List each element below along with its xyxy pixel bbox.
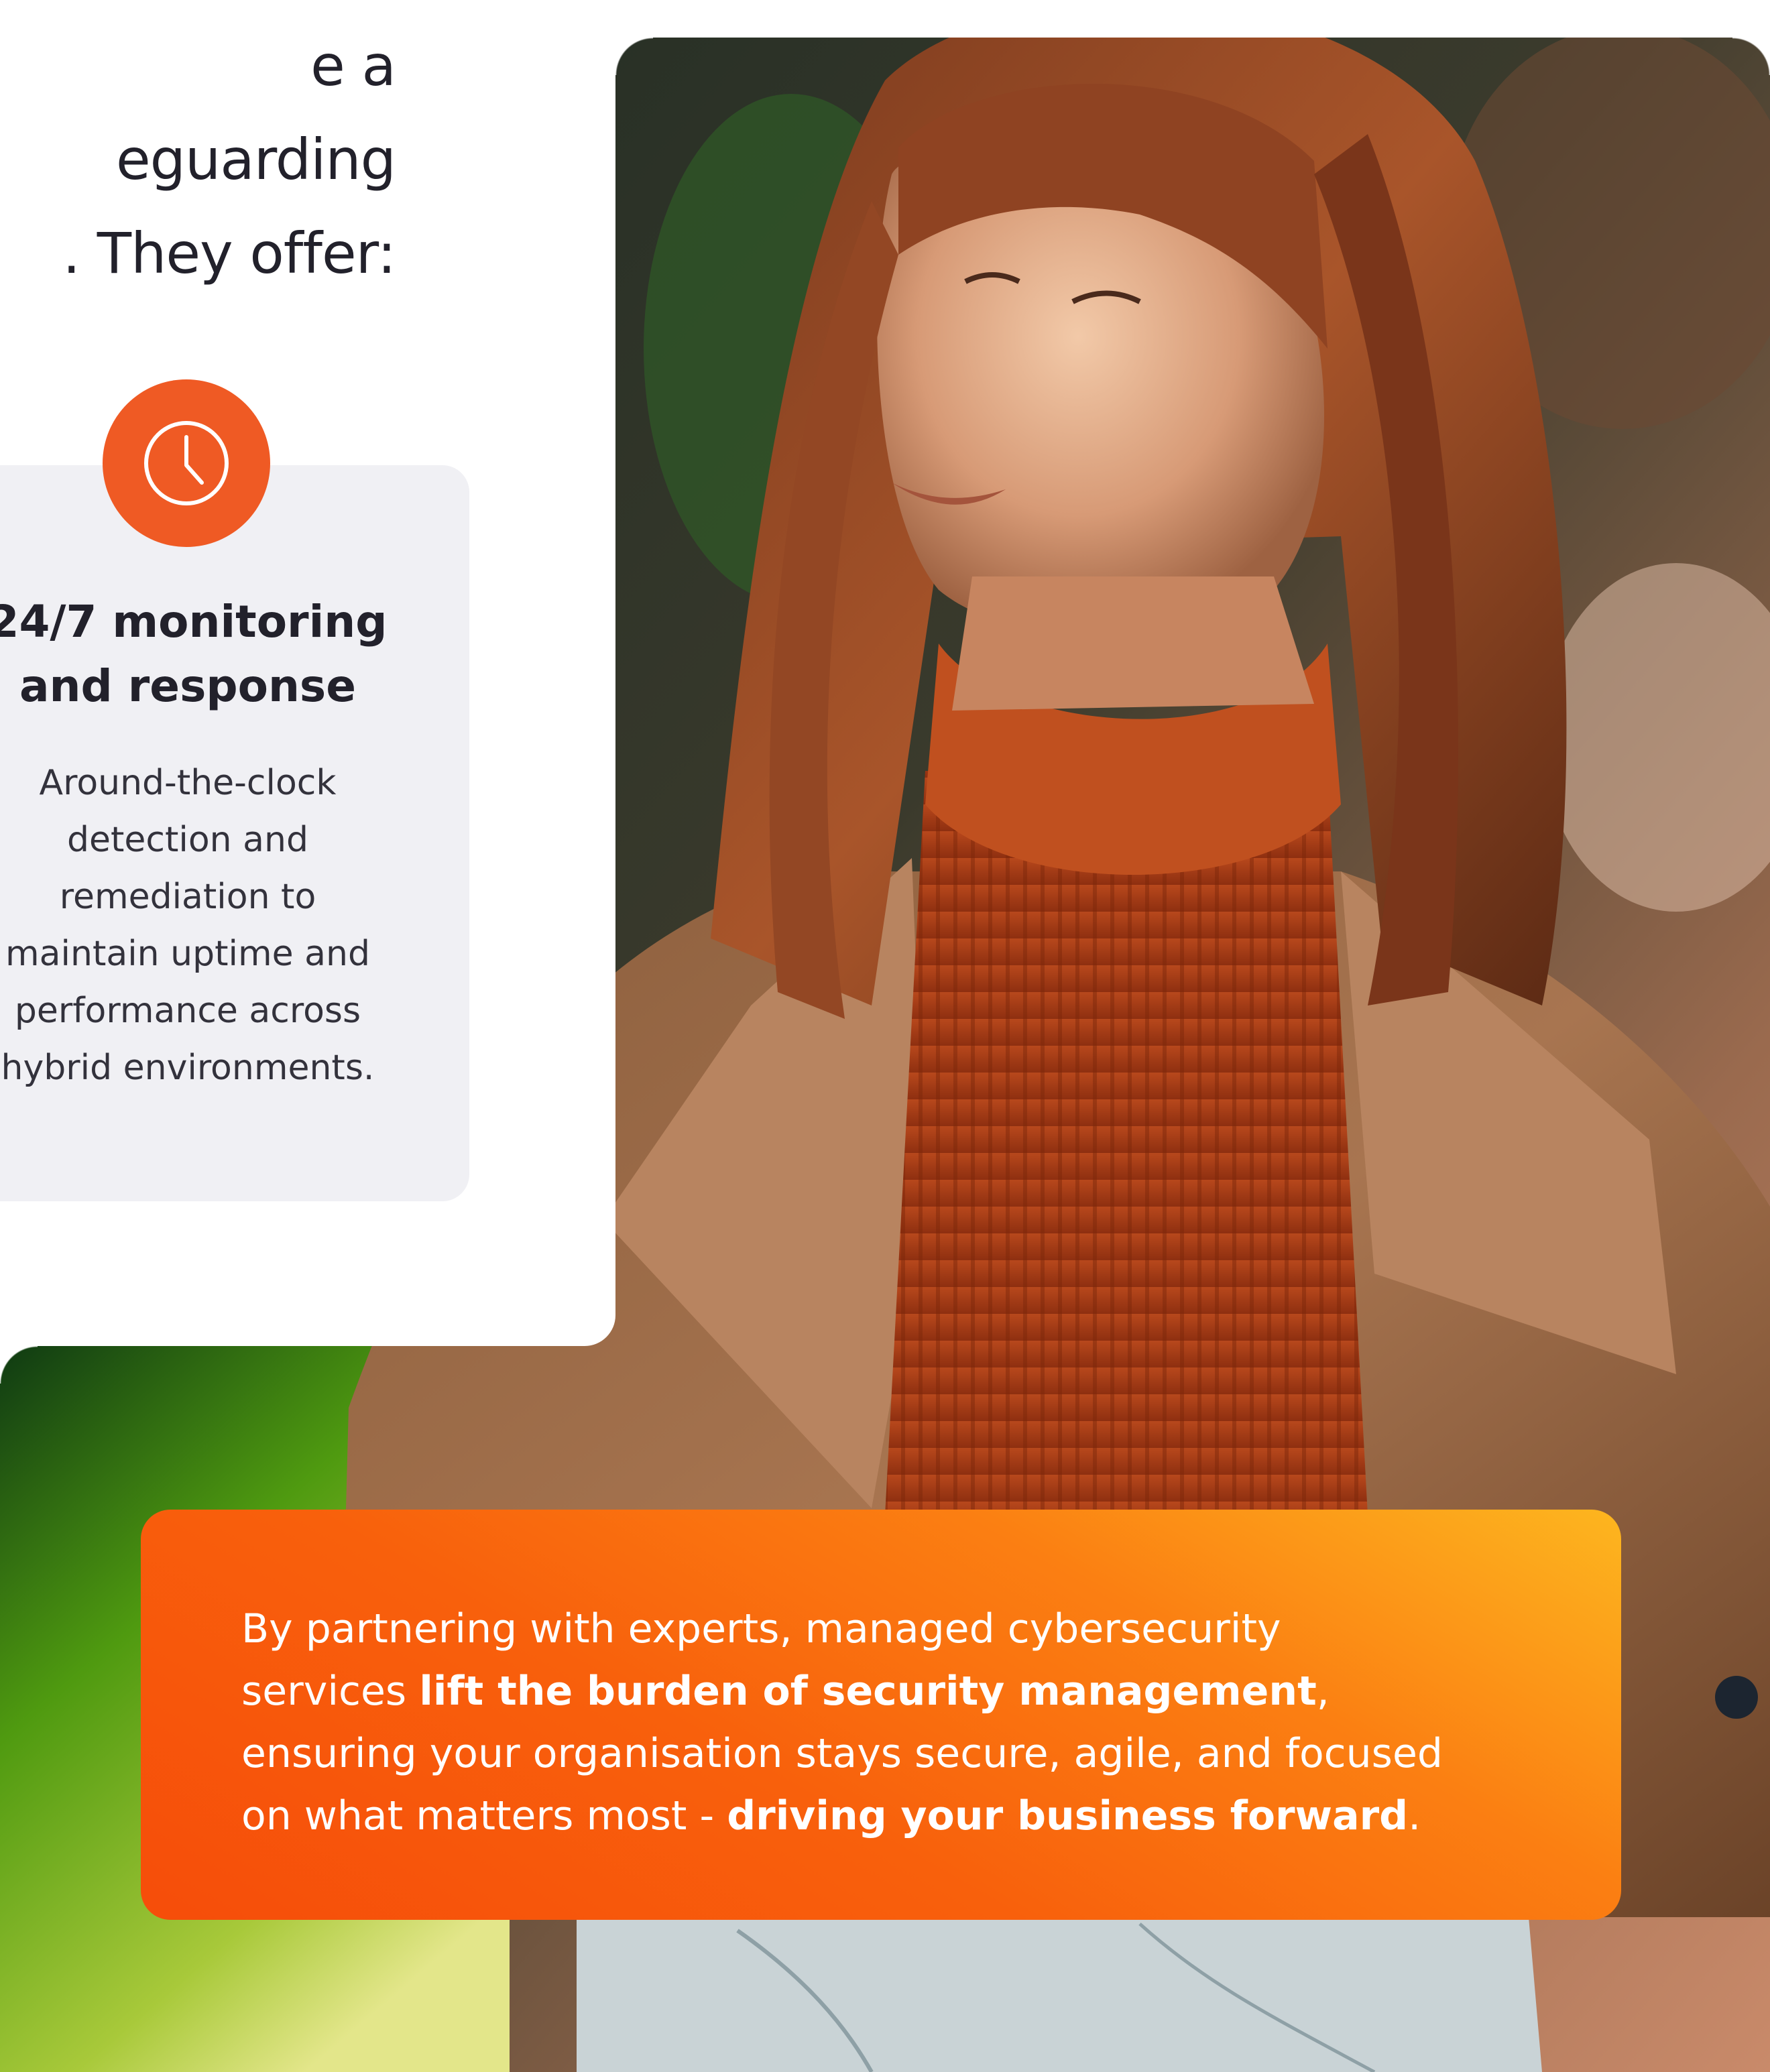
callout-line-4: on what matters most - driving your busi…: [241, 1785, 1582, 1847]
feature-description-line: performance across: [14, 991, 361, 1031]
feature-title-line-2: and response: [19, 660, 356, 712]
page: e a eguarding . They offer: 24/7 monitor…: [0, 0, 1770, 2072]
feature-description-line: remediation to: [59, 877, 316, 917]
callout-line-1: By partnering with experts, managed cybe…: [241, 1605, 1281, 1652]
callout-line-4-suffix: .: [1408, 1792, 1421, 1839]
intro-line-2: eguarding: [116, 127, 396, 192]
photo-corner-top-left: [615, 38, 653, 75]
feature-title: 24/7 monitoring and response: [0, 590, 456, 719]
clock-icon: [103, 379, 270, 547]
feature-description: Around-the-clock detection and remediati…: [0, 755, 456, 1097]
callout-line-4-prefix: on what matters most -: [241, 1792, 727, 1839]
callout-line-2-prefix: services: [241, 1668, 420, 1715]
photo-corner-bottom-left: [0, 1346, 38, 1384]
intro-line-3: . They offer:: [62, 221, 396, 286]
feature-description-line: hybrid environments.: [1, 1048, 375, 1088]
intro-heading: e a eguarding . They offer:: [0, 19, 396, 300]
summary-callout-text: By partnering with experts, managed cybe…: [241, 1598, 1582, 1847]
callout-line-3: ensuring your organisation stays secure,…: [241, 1730, 1443, 1777]
feature-description-line: Around-the-clock: [39, 763, 337, 803]
feature-description-line: maintain uptime and: [5, 934, 370, 974]
feature-title-line-1: 24/7 monitoring: [0, 596, 388, 648]
photo-corner-top-right: [1732, 38, 1770, 75]
feature-description-line: detection and: [67, 820, 308, 860]
callout-line-2-suffix: ,: [1316, 1668, 1330, 1715]
callout-emphasis-burden: lift the burden of security management: [419, 1668, 1317, 1715]
intro-line-1: e a: [310, 33, 396, 99]
callout-line-2: services lift the burden of security man…: [241, 1660, 1582, 1723]
summary-callout: By partnering with experts, managed cybe…: [141, 1510, 1621, 1920]
callout-emphasis-forward: driving your business forward: [727, 1792, 1409, 1839]
